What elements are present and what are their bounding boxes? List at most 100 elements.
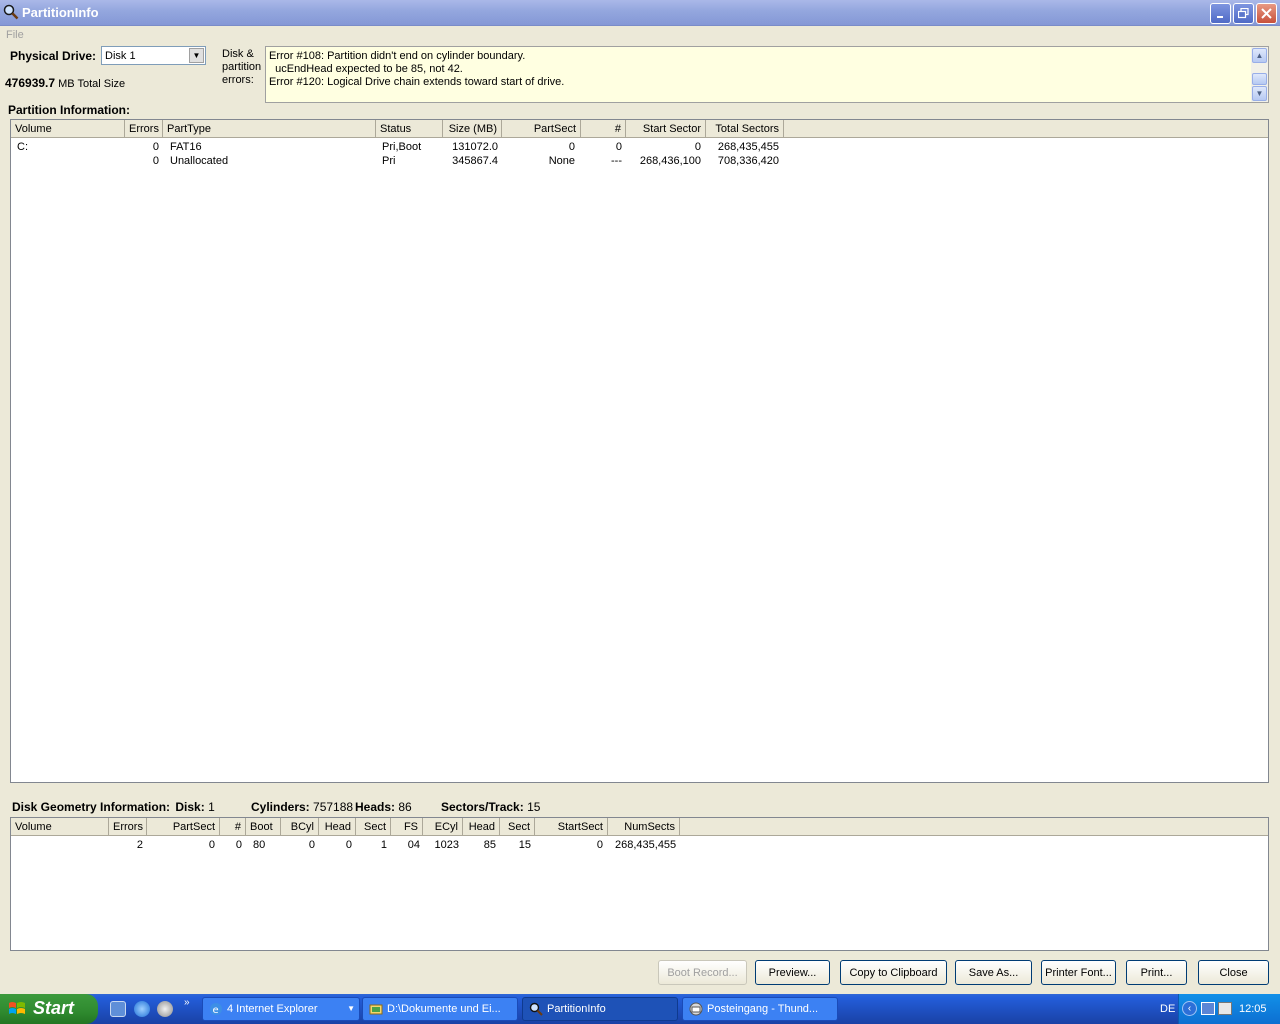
- close-icon: [1261, 8, 1272, 19]
- physical-drive-select[interactable]: Disk 1 ▼: [101, 46, 206, 65]
- geometry-sectors-per-track: Sectors/Track: 15: [441, 800, 540, 814]
- errors-label-2: partition: [222, 61, 262, 73]
- menu-file[interactable]: File: [6, 29, 24, 41]
- col-total-sectors[interactable]: Total Sectors: [706, 120, 784, 137]
- physical-drive-value: Disk 1: [105, 50, 136, 62]
- cell-number: 0: [615, 141, 622, 153]
- cell-numsects: 268,435,455: [615, 839, 677, 851]
- col-bcyl[interactable]: BCyl: [281, 818, 319, 835]
- total-size: 476939.7 MB Total Size: [5, 76, 125, 90]
- col-errors[interactable]: Errors: [109, 818, 147, 835]
- col-parttype[interactable]: PartType: [163, 120, 376, 137]
- col-start-sector[interactable]: Start Sector: [626, 120, 706, 137]
- cell-errors: 2: [136, 839, 143, 851]
- task-internet-explorer[interactable]: e 4 Internet Explorer ▼: [202, 997, 360, 1021]
- col-startsect[interactable]: StartSect: [535, 818, 608, 835]
- cell-volume: C:: [17, 141, 28, 153]
- cell-bsect: 1: [380, 839, 387, 851]
- col-esect[interactable]: Sect: [500, 818, 535, 835]
- language-indicator[interactable]: DE: [1160, 1003, 1175, 1015]
- col-fs[interactable]: FS: [391, 818, 423, 835]
- chevron-left-icon[interactable]: ‹: [1182, 1001, 1197, 1016]
- errors-textbox[interactable]: Error #108: Partition didn't end on cyli…: [265, 46, 1269, 103]
- col-bsect[interactable]: Sect: [356, 818, 391, 835]
- close-window-button[interactable]: [1256, 3, 1277, 24]
- error-line: Error #108: Partition didn't end on cyli…: [269, 50, 526, 62]
- thunderbird-icon: [689, 1002, 703, 1016]
- close-button[interactable]: Close: [1198, 960, 1269, 985]
- col-partsect[interactable]: PartSect: [502, 120, 581, 137]
- cell-status: Pri: [382, 155, 396, 167]
- network-icon[interactable]: [1201, 1002, 1215, 1015]
- cell-partsect: 0: [568, 141, 575, 153]
- partition-list[interactable]: Volume Errors PartType Status Size (MB) …: [10, 119, 1269, 783]
- thunderbird-quicklaunch-icon[interactable]: [157, 1001, 173, 1017]
- cell-errors: 0: [152, 141, 159, 153]
- heads-value: 86: [398, 800, 412, 814]
- geometry-disk-value: 1: [208, 800, 215, 814]
- task-explorer-folder[interactable]: D:\Dokumente und Ei...: [362, 997, 518, 1021]
- chevron-right-icon[interactable]: »: [184, 997, 190, 1008]
- geometry-heading: Disk Geometry Information:: [12, 800, 171, 814]
- minimize-icon: [1216, 15, 1223, 18]
- cell-number: 0: [235, 839, 242, 851]
- col-ehead[interactable]: Head: [463, 818, 500, 835]
- geometry-summary: Disk Geometry Information: Disk: 1: [12, 800, 215, 814]
- cell-parttype: FAT16: [170, 141, 202, 153]
- spt-value: 15: [527, 800, 541, 814]
- error-line: ucEndHead expected to be 85, not 42.: [269, 63, 463, 75]
- task-thunderbird[interactable]: Posteingang - Thund...: [682, 997, 838, 1021]
- clock[interactable]: 12:05: [1239, 1003, 1267, 1015]
- boot-record-button[interactable]: Boot Record...: [658, 960, 747, 985]
- cell-boot: 80: [253, 839, 266, 851]
- print-button[interactable]: Print...: [1126, 960, 1187, 985]
- outlook-quicklaunch-icon[interactable]: [110, 1001, 126, 1017]
- col-bhead[interactable]: Head: [319, 818, 356, 835]
- col-size[interactable]: Size (MB): [443, 120, 502, 137]
- partition-list-header: Volume Errors PartType Status Size (MB) …: [11, 120, 1268, 138]
- cell-start-sector: 268,436,100: [639, 155, 701, 167]
- cell-bhead: 0: [345, 839, 352, 851]
- col-volume[interactable]: Volume: [11, 818, 109, 835]
- cell-bcyl: 0: [308, 839, 315, 851]
- scroll-up-icon[interactable]: ▲: [1252, 48, 1267, 63]
- col-number[interactable]: #: [581, 120, 626, 137]
- heads-label: Heads:: [355, 800, 396, 814]
- restore-button[interactable]: [1233, 3, 1254, 24]
- col-errors[interactable]: Errors: [125, 120, 163, 137]
- cylinders-value: 757188: [313, 800, 354, 814]
- total-size-suffix: MB Total Size: [58, 78, 126, 90]
- system-tray: ‹ 12:05: [1178, 994, 1280, 1024]
- col-numsects[interactable]: NumSects: [608, 818, 680, 835]
- menu-bar: File: [0, 27, 1280, 44]
- total-size-value: 476939.7: [5, 76, 56, 90]
- copy-to-clipboard-button[interactable]: Copy to Clipboard: [840, 960, 947, 985]
- errors-label-1: Disk &: [222, 48, 254, 60]
- col-ecyl[interactable]: ECyl: [423, 818, 463, 835]
- chevron-down-icon[interactable]: ▼: [189, 48, 204, 63]
- geometry-list[interactable]: Volume Errors PartSect # Boot BCyl Head …: [10, 817, 1269, 951]
- col-volume[interactable]: Volume: [11, 120, 125, 137]
- task-partitioninfo[interactable]: PartitionInfo: [522, 997, 678, 1021]
- restore-icon: [1238, 8, 1249, 19]
- printer-font-button[interactable]: Printer Font...: [1041, 960, 1116, 985]
- internet-explorer-quicklaunch-icon[interactable]: [134, 1001, 150, 1017]
- cell-errors: 0: [152, 155, 159, 167]
- scroll-down-icon[interactable]: ▼: [1252, 86, 1267, 101]
- speaker-icon[interactable]: [1218, 1002, 1232, 1015]
- taskbar: Start » e 4 Internet Explorer ▼ D:\Dokum…: [0, 994, 1280, 1024]
- start-button[interactable]: Start: [0, 994, 98, 1024]
- errors-scrollbar[interactable]: ▲ ▼: [1251, 47, 1268, 102]
- minimize-button[interactable]: [1210, 3, 1231, 24]
- preview-button[interactable]: Preview...: [755, 960, 830, 985]
- scroll-thumb[interactable]: [1252, 73, 1267, 85]
- save-as-button[interactable]: Save As...: [955, 960, 1032, 985]
- task-label: Posteingang - Thund...: [707, 1003, 819, 1015]
- col-partsect[interactable]: PartSect: [147, 818, 220, 835]
- col-boot[interactable]: Boot: [246, 818, 281, 835]
- windows-flag-icon: [9, 1002, 25, 1014]
- cell-parttype: Unallocated: [170, 155, 229, 167]
- cylinders-label: Cylinders:: [251, 800, 310, 814]
- col-status[interactable]: Status: [376, 120, 443, 137]
- col-number[interactable]: #: [220, 818, 246, 835]
